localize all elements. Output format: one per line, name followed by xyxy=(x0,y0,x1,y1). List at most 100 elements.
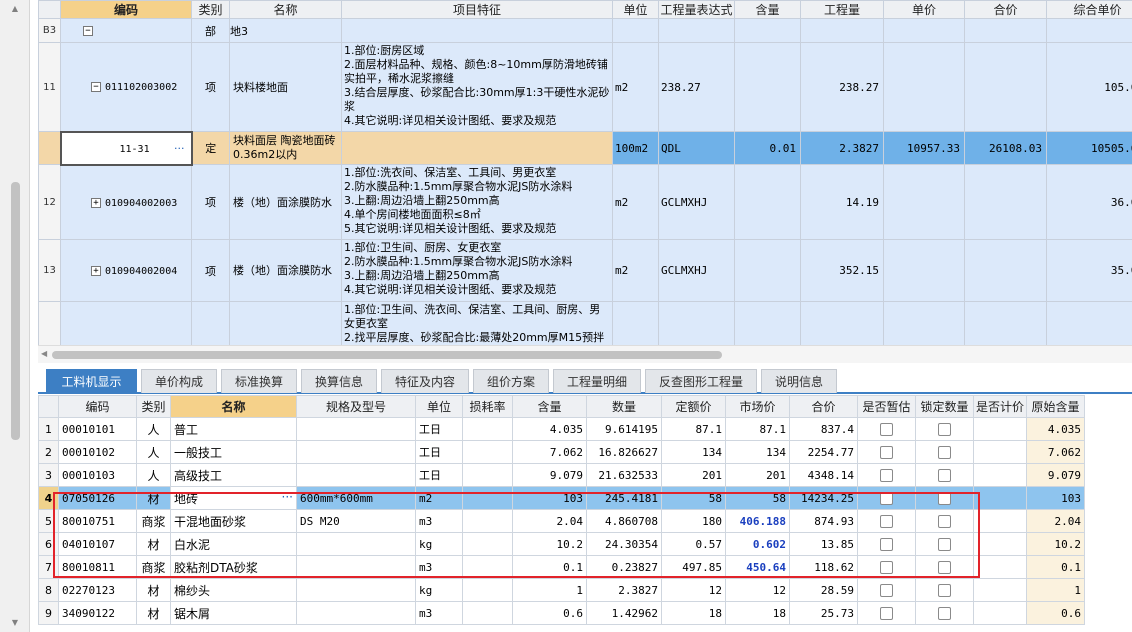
header-quantity[interactable]: 数量 xyxy=(586,395,662,418)
header-content[interactable]: 含量 xyxy=(734,0,801,19)
cell-provisional[interactable] xyxy=(857,555,916,579)
header-priced[interactable]: 是否计价 xyxy=(973,395,1027,418)
cell-code[interactable]: 80010811 xyxy=(58,555,137,579)
cell-priced[interactable] xyxy=(973,440,1027,464)
cell-content[interactable]: 1 xyxy=(512,578,587,602)
cell-content[interactable]: 4.035 xyxy=(512,417,587,441)
cell-content[interactable]: 10.2 xyxy=(512,532,587,556)
table-row[interactable]: 5 80010751 商浆 干混地面砂浆 DS M20 m3 2.04 4.860708 180… xyxy=(38,509,1085,533)
checkbox[interactable] xyxy=(880,561,893,574)
cell-loss-rate[interactable] xyxy=(462,601,513,625)
checkbox[interactable] xyxy=(880,584,893,597)
header-unit[interactable]: 单位 xyxy=(415,395,463,418)
cell-code[interactable]: 04010107 xyxy=(58,532,137,556)
cell-loss-rate[interactable] xyxy=(462,463,513,487)
table-row[interactable]: 1 00010101 人普工 工日 4.035 9.614195 87.1 87.1 837.4… xyxy=(38,417,1085,441)
cell-content[interactable]: 7.062 xyxy=(512,440,587,464)
header-provisional[interactable]: 是否暂估 xyxy=(857,395,916,418)
cell-spec[interactable] xyxy=(296,463,416,487)
table-row[interactable]: 11 −011102003002 项 块料楼地面 1.部位:厨房区域 2.面层材… xyxy=(38,42,1132,132)
cell-market-price[interactable]: 134 xyxy=(725,440,790,464)
header-name[interactable]: 名称 xyxy=(170,395,297,418)
row-features[interactable]: 1.部位:厨房区域 2.面层材料品种、规格、颜色:8~10mm厚防滑地砖铺实拍平… xyxy=(341,42,613,132)
checkbox[interactable] xyxy=(938,538,951,551)
header-unit[interactable]: 单位 xyxy=(612,0,659,19)
checkbox[interactable] xyxy=(880,492,893,505)
quota-row[interactable]: 11-31 ··· 定 块料面层 陶瓷地面砖 0.36m2以内 100m2 QDL… xyxy=(38,130,1132,166)
cell-code[interactable]: 02270123 xyxy=(58,578,137,602)
horizontal-scrollbar[interactable]: ◀ xyxy=(38,345,1132,363)
cell-market-price[interactable]: 406.188 xyxy=(725,509,790,533)
header-price[interactable]: 单价 xyxy=(883,0,965,19)
cell-lock-qty[interactable] xyxy=(915,509,974,533)
row-features[interactable]: 1.部位:卫生间、洗衣间、保洁室、工具间、厨房、男女更衣室 2.找平层厚度、砂浆… xyxy=(341,301,613,345)
tab-quantity-detail[interactable]: 工程量明细 xyxy=(553,369,641,393)
cell-content[interactable]: 9.079 xyxy=(512,463,587,487)
cell-loss-rate[interactable] xyxy=(462,486,513,510)
header-features[interactable]: 项目特征 xyxy=(341,0,613,19)
table-row[interactable]: 3 00010103 人高级技工 工日 9.079 21.632533 201 201 4348… xyxy=(38,463,1085,487)
cell-provisional[interactable] xyxy=(857,463,916,487)
checkbox[interactable] xyxy=(880,538,893,551)
cell-loss-rate[interactable] xyxy=(462,532,513,556)
vertical-scrollbar[interactable]: ▲ ▼ xyxy=(0,0,30,632)
cell-priced[interactable] xyxy=(973,555,1027,579)
scroll-thumb[interactable] xyxy=(52,351,722,359)
cell-provisional[interactable] xyxy=(857,440,916,464)
cell-spec[interactable]: 600mm*600mm xyxy=(296,486,416,510)
checkbox[interactable] xyxy=(880,446,893,459)
header-type[interactable]: 类别 xyxy=(191,0,230,19)
group-toggle[interactable]: − xyxy=(60,18,192,43)
cell-provisional[interactable] xyxy=(857,509,916,533)
cell-spec[interactable]: DS M20 xyxy=(296,509,416,533)
cell-loss-rate[interactable] xyxy=(462,440,513,464)
cell-lock-qty[interactable] xyxy=(915,463,974,487)
header-market-price[interactable]: 市场价 xyxy=(725,395,790,418)
table-row[interactable]: 4 07050126 材地砖 ··· 600mm*600mm m2 103 245.4181 5… xyxy=(38,486,1085,510)
checkbox[interactable] xyxy=(938,607,951,620)
tab-graphic-quantity[interactable]: 反查图形工程量 xyxy=(645,369,757,393)
cell-name[interactable]: 锯木屑 xyxy=(170,601,297,625)
cell-lock-qty[interactable] xyxy=(915,555,974,579)
cell-provisional[interactable] xyxy=(857,532,916,556)
expand-icon[interactable]: + xyxy=(91,197,101,208)
scroll-thumb[interactable] xyxy=(11,182,20,440)
table-row[interactable]: 7 80010811 商浆 胶粘剂DTA砂浆 m3 0.1 0.23827 497.85 450… xyxy=(38,555,1085,579)
header-quota-price[interactable]: 定额价 xyxy=(661,395,726,418)
table-row[interactable]: 1.部位:卫生间、洗衣间、保洁室、工具间、厨房、男女更衣室 2.找平层厚度、砂浆… xyxy=(38,301,1132,345)
cell-code[interactable]: 34090122 xyxy=(58,601,137,625)
header-orig-content[interactable]: 原始含量 xyxy=(1026,395,1085,418)
checkbox[interactable] xyxy=(880,423,893,436)
checkbox[interactable] xyxy=(880,515,893,528)
cell-name[interactable]: 一般技工 xyxy=(170,440,297,464)
cell-market-price[interactable]: 450.64 xyxy=(725,555,790,579)
scroll-left-icon[interactable]: ◀ xyxy=(41,349,47,358)
checkbox[interactable] xyxy=(938,423,951,436)
cell-priced[interactable] xyxy=(973,578,1027,602)
more-button[interactable]: ··· xyxy=(282,490,293,504)
checkbox[interactable] xyxy=(938,561,951,574)
header-lock-qty[interactable]: 锁定数量 xyxy=(915,395,974,418)
header-content[interactable]: 含量 xyxy=(512,395,587,418)
header-total[interactable]: 合价 xyxy=(789,395,858,418)
cell-priced[interactable] xyxy=(973,532,1027,556)
checkbox[interactable] xyxy=(938,469,951,482)
cell-lock-qty[interactable] xyxy=(915,578,974,602)
cell-loss-rate[interactable] xyxy=(462,578,513,602)
header-loss-rate[interactable]: 损耗率 xyxy=(462,395,513,418)
cell-name[interactable]: 棉纱头 xyxy=(170,578,297,602)
table-row[interactable]: 8 02270123 材棉纱头 kg 1 2.3827 12 12 28.59 1 xyxy=(38,578,1085,602)
header-total[interactable]: 合价 xyxy=(964,0,1047,19)
collapse-icon[interactable]: − xyxy=(91,82,101,93)
cell-spec[interactable] xyxy=(296,532,416,556)
cell-market-price[interactable]: 18 xyxy=(725,601,790,625)
table-row[interactable]: 2 00010102 人一般技工 工日 7.062 16.826627 134 134 2254… xyxy=(38,440,1085,464)
cell-provisional[interactable] xyxy=(857,417,916,441)
table-row[interactable]: 13 +010904002004 项 楼（地）面涂膜防水 1.部位:卫生间、厨房… xyxy=(38,239,1132,302)
cell-lock-qty[interactable] xyxy=(915,486,974,510)
cell-spec[interactable] xyxy=(296,555,416,579)
cell-market-price[interactable]: 12 xyxy=(725,578,790,602)
cell-priced[interactable] xyxy=(973,417,1027,441)
row-expr[interactable]: 238.27 xyxy=(658,42,735,132)
table-row[interactable]: 6 04010107 材白水泥 kg 10.2 24.30354 0.57 0.602 13.8… xyxy=(38,532,1085,556)
